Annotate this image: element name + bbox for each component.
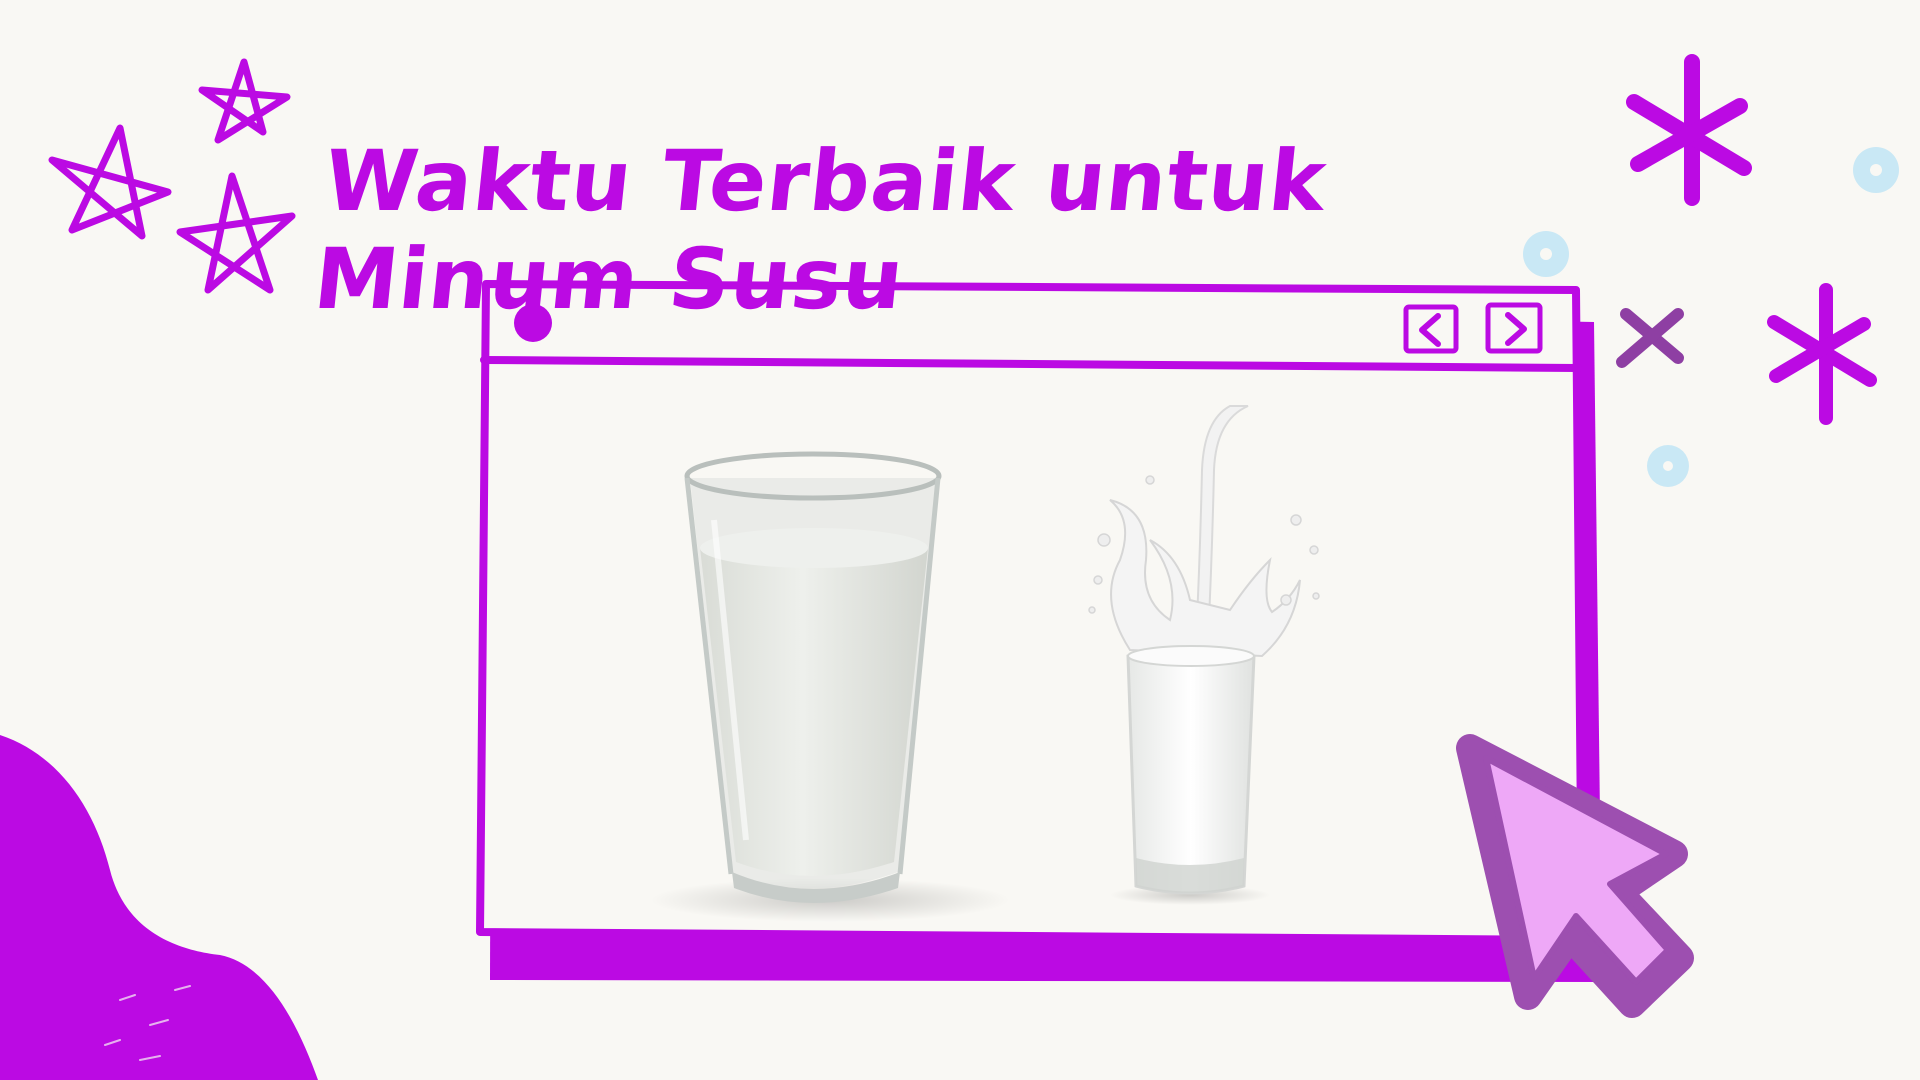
corner-blob (0, 735, 318, 1080)
asterisk-icon (1626, 54, 1752, 206)
star-icon (176, 172, 296, 294)
prev-arrow-button[interactable] (1404, 306, 1456, 352)
circle-dot-icon (1853, 147, 1899, 193)
page-title: Waktu Terbaik untuk Minum Susu (309, 132, 1332, 328)
star-icon (198, 58, 291, 144)
star-icon (48, 124, 172, 240)
browser-window (476, 280, 1586, 944)
asterisk-icon (1767, 283, 1877, 425)
circle-dot-icon (1647, 445, 1689, 487)
next-arrow-button[interactable] (1486, 306, 1538, 352)
cross-icon (1616, 308, 1684, 368)
